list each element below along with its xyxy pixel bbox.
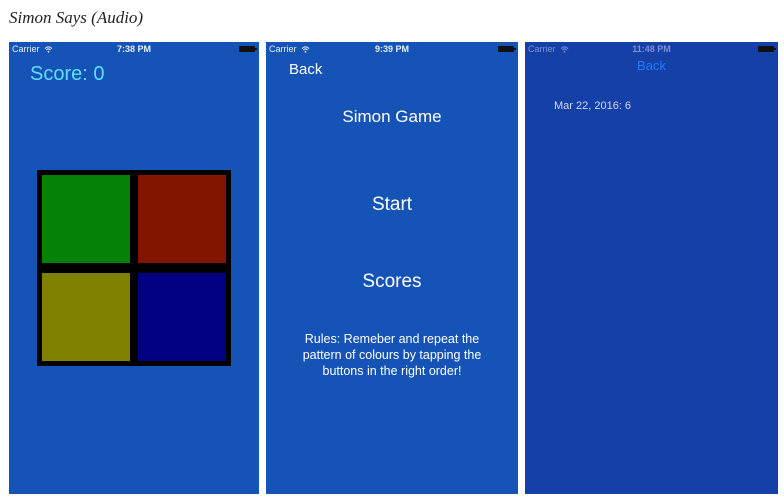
blue-pad-button[interactable] (138, 273, 226, 361)
game-title: Simon Game (342, 107, 442, 126)
simon-board (37, 170, 231, 366)
battery-icon (239, 46, 257, 52)
status-time: 11:48 PM (632, 44, 671, 54)
back-button[interactable]: Back (289, 61, 322, 78)
green-pad-button[interactable] (42, 175, 130, 263)
red-pad-button[interactable] (138, 175, 226, 263)
status-bar: Carrier 11:48 PM (525, 42, 778, 56)
status-time: 9:39 PM (374, 44, 409, 54)
list-item: Mar 22, 2016: 6 (554, 100, 632, 112)
game-screen: Carrier 7:38 PM Score: 0 (9, 42, 259, 494)
figure-caption: Simon Says (Audio) (9, 8, 144, 27)
status-bar: Carrier 9:39 PM (266, 42, 518, 56)
scores-button[interactable]: Scores (266, 271, 518, 293)
battery-icon (758, 46, 776, 52)
status-time: 7:38 PM (116, 44, 151, 54)
menu-screen: Carrier 9:39 PM Back Simon Game Start Sc… (266, 42, 518, 494)
scores-screen: Carrier 11:48 PM Back Mar 22, 2016: 6 (525, 42, 778, 494)
score-label: Score: 0 (30, 63, 105, 85)
back-button[interactable]: Back (525, 58, 778, 73)
yellow-pad-button[interactable] (42, 273, 130, 361)
status-bar: Carrier 7:38 PM (9, 42, 259, 56)
rules-text: Rules: Remeber and repeat the pattern of… (302, 332, 482, 378)
start-button[interactable]: Start (266, 194, 518, 216)
battery-icon (498, 46, 516, 52)
